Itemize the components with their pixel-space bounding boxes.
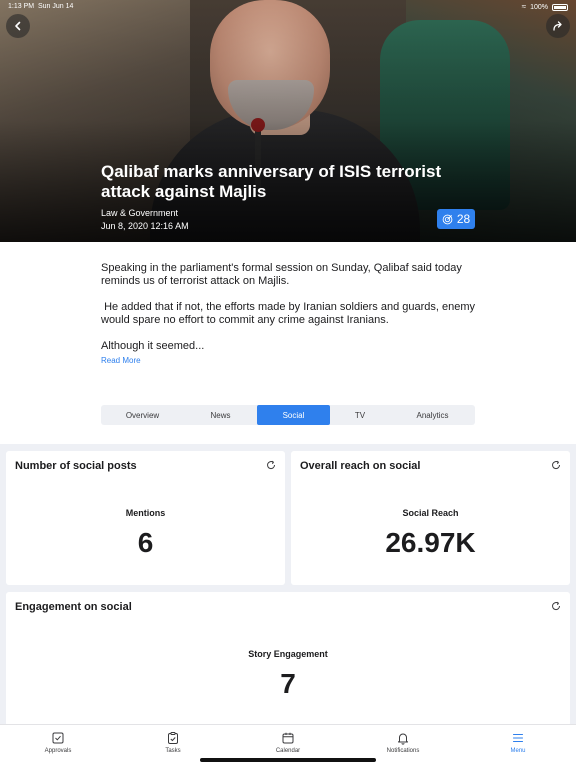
hero-shade <box>0 0 576 242</box>
tab-social[interactable]: Social <box>257 405 330 425</box>
tab-analytics[interactable]: Analytics <box>390 405 475 425</box>
card-title: Number of social posts <box>15 460 137 472</box>
read-more-link[interactable]: Read More <box>101 356 141 365</box>
nav-label: Approvals <box>44 748 72 754</box>
metric-value: 26.97K <box>385 527 476 558</box>
approvals-icon <box>52 732 64 744</box>
status-bar: 1:13 PM Sun Jun 14 ≈ 100% <box>0 3 576 15</box>
metric-label: Story Engagement <box>248 649 328 659</box>
nav-tasks[interactable]: Tasks <box>133 731 213 754</box>
article-category: Law & Government <box>101 208 179 218</box>
score-badge[interactable]: 28 <box>437 209 475 229</box>
tasks-icon <box>168 732 178 744</box>
social-reach-card: Overall reach on social Social Reach 26.… <box>291 451 570 585</box>
nav-label: Tasks <box>165 748 181 754</box>
metric-label: Social Reach <box>402 508 459 518</box>
refresh-icon[interactable] <box>265 459 277 471</box>
nav-calendar[interactable]: Calendar <box>248 731 328 754</box>
card-title: Engagement on social <box>15 601 132 613</box>
battery-icon <box>552 3 568 11</box>
bell-icon <box>398 733 408 745</box>
wifi-icon: ≈ <box>521 2 527 11</box>
tab-news[interactable]: News <box>184 405 257 425</box>
status-clock: 1:13 PM <box>8 3 35 10</box>
nav-approvals[interactable]: Approvals <box>18 731 98 754</box>
article-paragraph: Speaking in the parliament's formal sess… <box>101 262 462 287</box>
nav-label: Calendar <box>275 748 301 754</box>
metric-value: 7 <box>280 668 296 699</box>
refresh-icon[interactable] <box>550 459 562 471</box>
chevron-left-icon <box>15 21 21 31</box>
share-button[interactable] <box>546 14 570 38</box>
metric-value: 6 <box>137 527 154 558</box>
score-value: 28 <box>456 212 471 226</box>
metric-label: Mentions <box>125 508 166 518</box>
tab-overview[interactable]: Overview <box>101 405 184 425</box>
menu-icon <box>512 733 524 743</box>
share-icon <box>553 21 562 31</box>
calendar-icon <box>282 732 294 744</box>
nav-notifications[interactable]: Notifications <box>363 731 443 754</box>
target-icon <box>442 214 453 224</box>
article-date: Jun 8, 2020 12:16 AM <box>101 221 189 231</box>
status-date: Sun Jun 14 <box>37 3 74 10</box>
article-paragraph: Although it seemed... <box>101 340 205 352</box>
home-indicator[interactable] <box>200 758 376 762</box>
battery-percent: 100% <box>530 3 548 11</box>
social-posts-card: Number of social posts Mentions 6 <box>6 451 285 585</box>
engagement-card: Engagement on social Story Engagement 7 <box>6 592 570 726</box>
article-body: Speaking in the parliament's formal sess… <box>101 262 481 355</box>
refresh-icon[interactable] <box>550 600 562 612</box>
tab-bar: Overview News Social TV Analytics <box>101 405 475 425</box>
article-title: Qalibaf marks anniversary of ISIS terror… <box>101 162 442 201</box>
nav-label: Notifications <box>386 748 420 754</box>
card-title: Overall reach on social <box>300 460 421 472</box>
back-button[interactable] <box>6 14 30 38</box>
status-right: ≈ 100% <box>522 3 568 11</box>
article-paragraph: He added that if not, the efforts made b… <box>101 301 479 326</box>
tab-tv[interactable]: TV <box>330 405 390 425</box>
status-time: 1:13 PM Sun Jun 14 <box>8 3 73 10</box>
nav-label: Menu <box>510 748 526 754</box>
hero-image <box>0 0 576 242</box>
nav-menu[interactable]: Menu <box>478 731 558 754</box>
